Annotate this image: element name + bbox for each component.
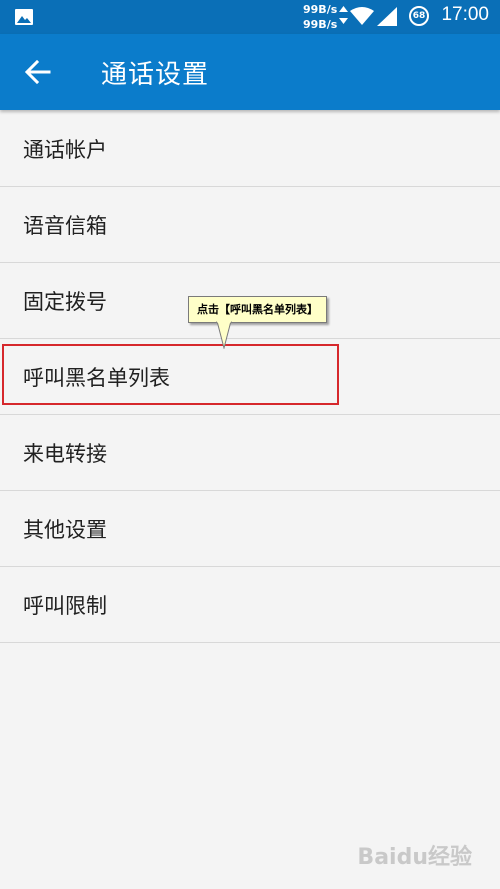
arrow-back-icon [25,60,51,84]
settings-item-call-accounts[interactable]: 通话帐户 [0,111,500,187]
net-down-speed: 99B/s [303,18,338,31]
settings-item-label: 语音信箱 [23,213,107,238]
settings-item-label: 呼叫限制 [23,593,107,618]
settings-item-call-forwarding[interactable]: 来电转接 [0,415,500,491]
page-title: 通话设置 [101,60,210,90]
wifi-icon [350,7,374,29]
signal-icon [377,7,397,30]
settings-item-voicemail[interactable]: 语音信箱 [0,187,500,263]
settings-item-label: 固定拨号 [23,289,107,314]
status-bar: 99B/s 99B/s 68 17:00 [0,0,500,34]
app-bar: 通话设置 [0,34,500,110]
clock: 17:00 [441,4,489,25]
settings-item-label: 通话帐户 [23,137,107,162]
callout-text: 点击【呼叫黑名单列表】 [188,296,327,323]
net-up-speed: 99B/s [303,3,338,16]
settings-item-label: 来电转接 [23,441,107,466]
callout-tooltip: 点击【呼叫黑名单列表】 [188,296,327,349]
watermark: Baidu经验 [357,845,472,870]
callout-pointer-icon [216,321,232,349]
highlight-box [2,344,339,405]
settings-item-other-settings[interactable]: 其他设置 [0,491,500,567]
back-button[interactable] [18,52,58,92]
settings-item-label: 其他设置 [23,517,107,542]
transfer-arrows-icon [339,6,348,30]
gallery-icon [14,8,34,30]
battery-icon: 68 [409,6,429,26]
settings-item-call-barring[interactable]: 呼叫限制 [0,567,500,643]
network-speed: 99B/s 99B/s [303,2,343,32]
